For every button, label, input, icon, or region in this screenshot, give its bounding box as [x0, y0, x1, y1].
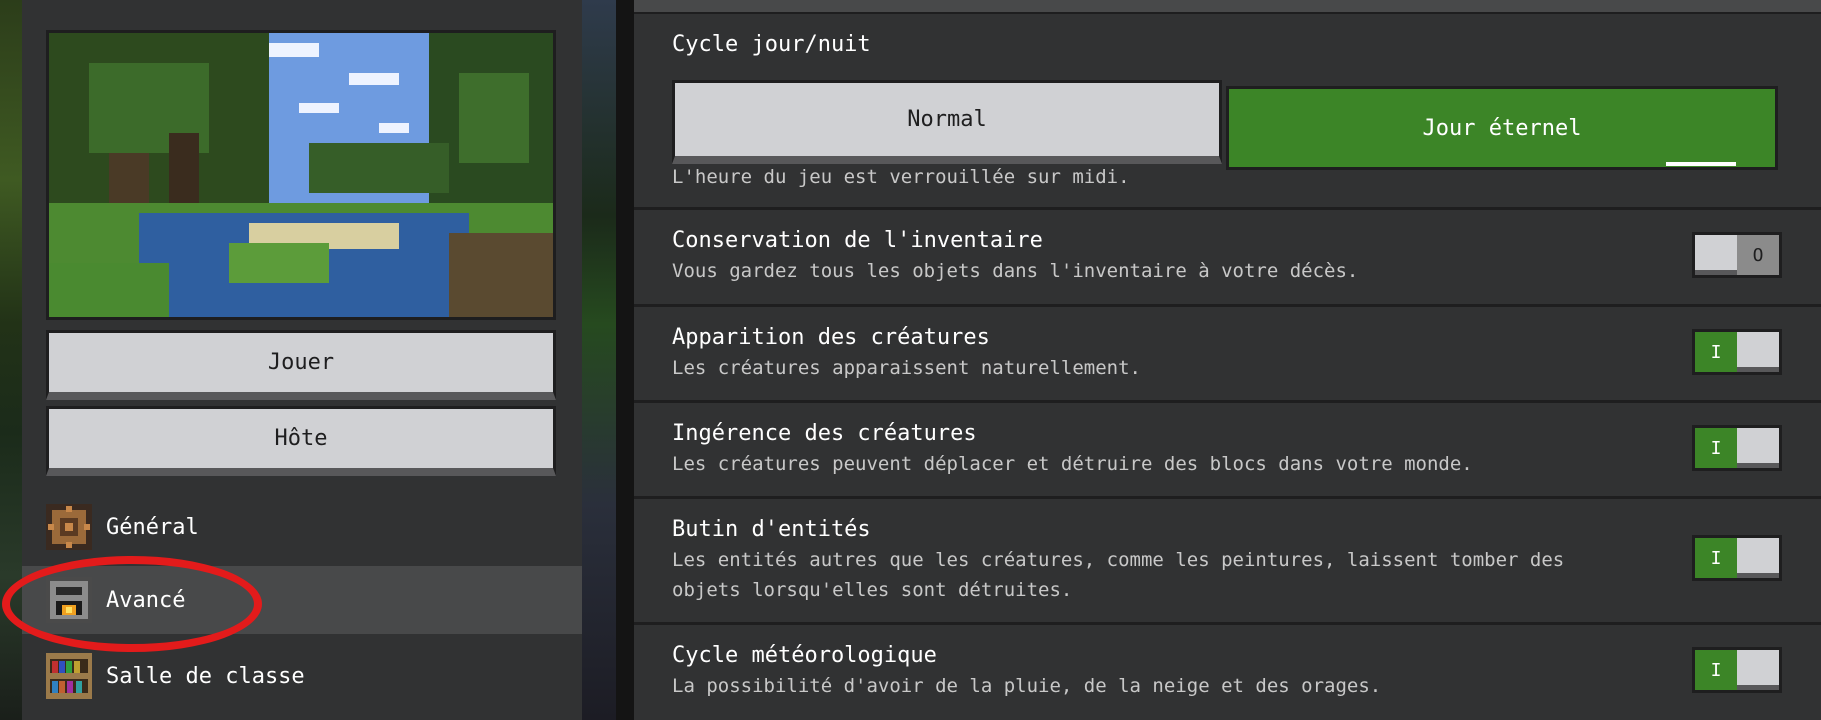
gear-icon — [46, 504, 92, 550]
world-preview-image — [46, 30, 556, 320]
toggle-knob — [1695, 235, 1737, 275]
bookshelf-icon — [46, 653, 92, 699]
toggle-knob — [1737, 428, 1779, 468]
toggle-state-label: I — [1695, 650, 1737, 690]
setting-day-cycle: Cycle jour/nuit Normal Jour éternel L'he… — [634, 14, 1821, 210]
settings-panel: Cycle jour/nuit Normal Jour éternel L'he… — [634, 0, 1821, 720]
mob-griefing-toggle[interactable]: I — [1692, 425, 1782, 471]
furnace-icon — [46, 577, 92, 623]
keep-inventory-toggle[interactable]: O — [1692, 232, 1782, 278]
top-divider — [634, 0, 1821, 14]
setting-title: Cycle météorologique — [672, 643, 937, 668]
toggle-knob — [1737, 538, 1779, 578]
setting-mob-griefing: Ingérence des créatures Les créatures pe… — [634, 403, 1821, 499]
setting-title: Conservation de l'inventaire — [672, 228, 1043, 253]
setting-description: Vous gardez tous les objets dans l'inven… — [672, 260, 1359, 282]
setting-description: Les créatures peuvent déplacer et détrui… — [672, 453, 1473, 475]
selected-indicator — [1666, 162, 1736, 166]
setting-title: Butin d'entités — [672, 517, 871, 542]
weather-cycle-toggle[interactable]: I — [1692, 647, 1782, 693]
nav-item-advanced[interactable]: Avancé — [22, 566, 582, 634]
setting-title: Cycle jour/nuit — [672, 32, 871, 57]
setting-description: La possibilité d'avoir de la pluie, de l… — [672, 675, 1382, 697]
nav-label-classroom: Salle de classe — [106, 663, 305, 689]
setting-title: Ingérence des créatures — [672, 421, 977, 446]
play-button[interactable]: Jouer — [46, 330, 556, 400]
nav-label-general: Général — [106, 514, 199, 540]
setting-title: Apparition des créatures — [672, 325, 990, 350]
nav-item-general[interactable]: Général — [22, 493, 582, 561]
toggle-state-label: I — [1695, 428, 1737, 468]
nav-item-classroom[interactable]: Salle de classe — [22, 642, 582, 710]
entity-drops-toggle[interactable]: I — [1692, 535, 1782, 581]
setting-description: Les créatures apparaissent naturellement… — [672, 357, 1141, 379]
setting-description: Les entités autres que les créatures, co… — [672, 549, 1565, 601]
landscape-thumbnail-icon — [49, 33, 553, 317]
nav-label-advanced: Avancé — [106, 587, 186, 613]
setting-mob-spawning: Apparition des créatures Les créatures a… — [634, 307, 1821, 403]
toggle-knob — [1737, 332, 1779, 372]
background-gap-dark — [616, 0, 634, 720]
background-left — [0, 0, 22, 720]
setting-keep-inventory: Conservation de l'inventaire Vous gardez… — [634, 210, 1821, 307]
day-cycle-option-normal[interactable]: Normal — [672, 80, 1222, 164]
setting-description: L'heure du jeu est verrouillée sur midi. — [672, 166, 1130, 188]
toggle-state-label: I — [1695, 332, 1737, 372]
setting-weather-cycle: Cycle météorologique La possibilité d'av… — [634, 625, 1821, 720]
toggle-knob — [1737, 650, 1779, 690]
mob-spawning-toggle[interactable]: I — [1692, 329, 1782, 375]
day-cycle-option-eternal-day[interactable]: Jour éternel — [1226, 86, 1778, 170]
toggle-state-label: O — [1737, 235, 1779, 275]
toggle-state-label: I — [1695, 538, 1737, 578]
host-button[interactable]: Hôte — [46, 406, 556, 476]
world-sidebar: Jouer Hôte Général Avancé Salle de class… — [22, 0, 582, 720]
setting-entity-drops: Butin d'entités Les entités autres que l… — [634, 499, 1821, 625]
